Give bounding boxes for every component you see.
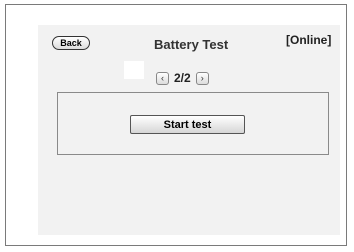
back-button[interactable]: Back	[52, 36, 90, 50]
start-test-button[interactable]: Start test	[130, 115, 245, 134]
pager: ‹ 2/2 ›	[156, 71, 209, 85]
chevron-left-icon[interactable]: ‹	[156, 71, 169, 85]
chevron-right-icon[interactable]: ›	[195, 71, 209, 85]
device-screen: Back Battery Test [Online] ‹ 2/2 › Start…	[38, 25, 340, 235]
window-frame: Back Battery Test [Online] ‹ 2/2 › Start…	[5, 4, 347, 246]
page-title: Battery Test	[154, 37, 229, 52]
connection-status: [Online]	[286, 33, 332, 47]
page-indicator: 2/2	[174, 71, 191, 85]
test-panel: Start test	[57, 92, 329, 155]
blank-patch	[124, 61, 144, 79]
